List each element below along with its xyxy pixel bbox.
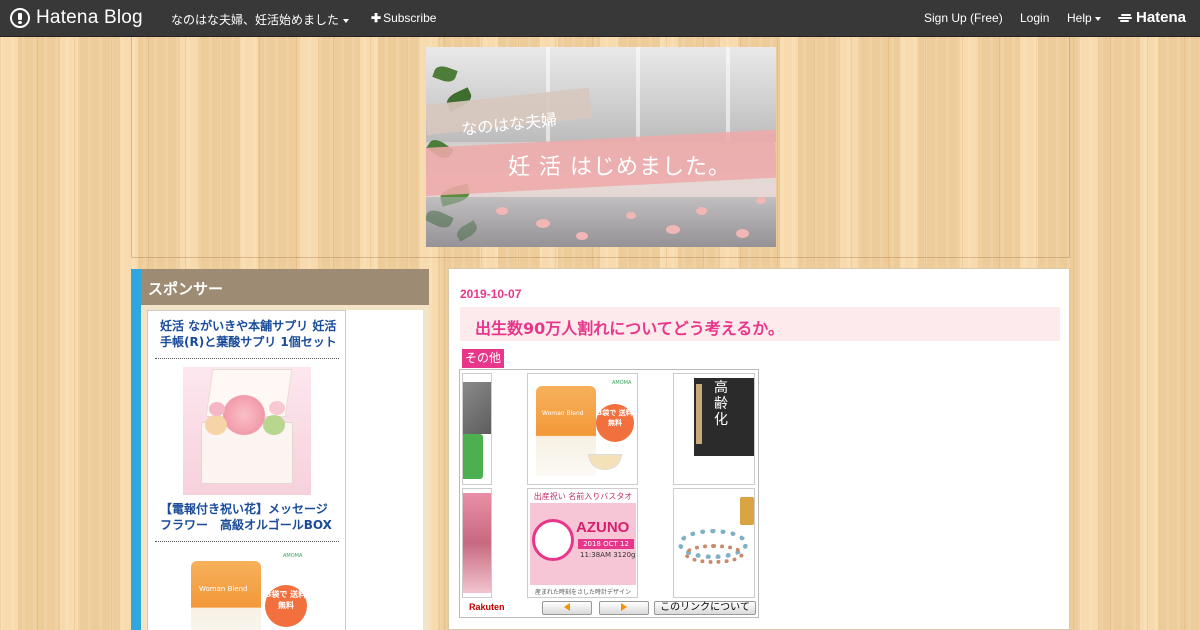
hatena-blog-logo-text: Hatena Blog <box>36 7 143 28</box>
sponsor-ad-title[interactable]: 妊活 ながいきや本舗サプリ 妊活手帳(R)と葉酸サプリ 1個セット <box>160 318 338 350</box>
rakuten-item[interactable]: 出産祝い 名前入りバスタオル AZUNO 2018 OCT 12 11:38AM… <box>527 488 638 598</box>
rakuten-logo[interactable]: Rakuten <box>469 602 505 612</box>
rakuten-item[interactable]: 高齢化 <box>673 373 755 485</box>
arrow-right-icon <box>621 603 627 611</box>
previous-button[interactable] <box>542 601 592 615</box>
banner-text-line2: 妊 活 はじめました。 <box>508 155 731 180</box>
sidebar-sponsor-module: スポンサー 妊活 ながいきや本舗サプリ 妊活手帳(R)と葉酸サプリ 1個セット … <box>131 269 429 630</box>
blog-name-menu[interactable]: なのはな夫婦、妊活始めました <box>171 11 350 28</box>
divider <box>155 541 339 542</box>
sponsor-ad-image-flower-box[interactable] <box>183 367 311 495</box>
entry-title-box: 出生数90万人割れについてどう考えるか。 <box>460 307 1060 341</box>
signup-link[interactable]: Sign Up (Free) <box>924 11 1003 25</box>
blog-header: なのはな夫婦 妊 活 はじめました。 <box>131 37 1070 258</box>
sidebar-body: 妊活 ながいきや本舗サプリ 妊活手帳(R)と葉酸サプリ 1個セット 【電報付き祝… <box>147 310 423 630</box>
login-link[interactable]: Login <box>1020 11 1049 25</box>
plus-icon: ✚ <box>371 11 382 25</box>
about-this-link-button[interactable]: このリンクについて <box>654 601 756 615</box>
next-button[interactable] <box>599 601 649 615</box>
hatena-blog-logo-icon <box>10 8 30 28</box>
subscribe-button[interactable]: ✚ Subscribe <box>371 11 436 25</box>
sponsor-ad-image-tea-pack[interactable]: AMOMA Woman Blend 3袋で 送料 無料 <box>183 549 311 630</box>
blog-name-label: なのはな夫婦、妊活始めました <box>171 13 340 27</box>
help-label: Help <box>1067 11 1092 25</box>
sponsor-ad-title[interactable]: 【電報付き祝い花】メッセージフラワー 高級オルゴールBOX <box>160 501 338 533</box>
hatena-logo-text: Hatena <box>1136 9 1187 26</box>
arrow-left-icon <box>564 603 570 611</box>
rakuten-item[interactable] <box>673 488 755 598</box>
entry-category-tag[interactable]: その他 <box>462 349 505 368</box>
subscribe-label: Subscribe <box>383 11 437 25</box>
blog-banner-image[interactable]: なのはな夫婦 妊 活 はじめました。 <box>426 47 776 247</box>
caret-down-icon <box>1094 16 1101 21</box>
help-menu[interactable]: Help <box>1067 11 1101 25</box>
clock-icon <box>532 519 574 561</box>
entry-date[interactable]: 2019-10-07 <box>460 287 521 301</box>
sponsor-ad-list: 妊活 ながいきや本舗サプリ 妊活手帳(R)と葉酸サプリ 1個セット 【電報付き祝… <box>147 310 346 630</box>
caret-down-icon <box>343 18 350 23</box>
rakuten-item[interactable] <box>462 373 492 485</box>
hatena-mark-icon <box>1118 13 1132 23</box>
sidebar-heading: スポンサー <box>141 269 429 305</box>
divider <box>155 358 339 359</box>
global-header: Hatena Blog なのはな夫婦、妊活始めました ✚ Subscribe Si… <box>0 0 1200 37</box>
hatena-logo[interactable]: Hatena <box>1118 9 1186 26</box>
main-entry: 2019-10-07 出生数90万人割れについてどう考えるか。 その他 AMOM… <box>448 268 1070 630</box>
hatena-blog-logo[interactable]: Hatena Blog <box>10 7 143 29</box>
rakuten-motion-widget: AMOMA Woman Blend 3袋で 送料 無料 高齢化 出産祝い 名前入… <box>459 369 759 618</box>
rakuten-item[interactable] <box>462 488 492 598</box>
rakuten-item[interactable]: AMOMA Woman Blend 3袋で 送料 無料 <box>527 373 638 485</box>
entry-title[interactable]: 出生数90万人割れについてどう考えるか。 <box>475 315 784 339</box>
